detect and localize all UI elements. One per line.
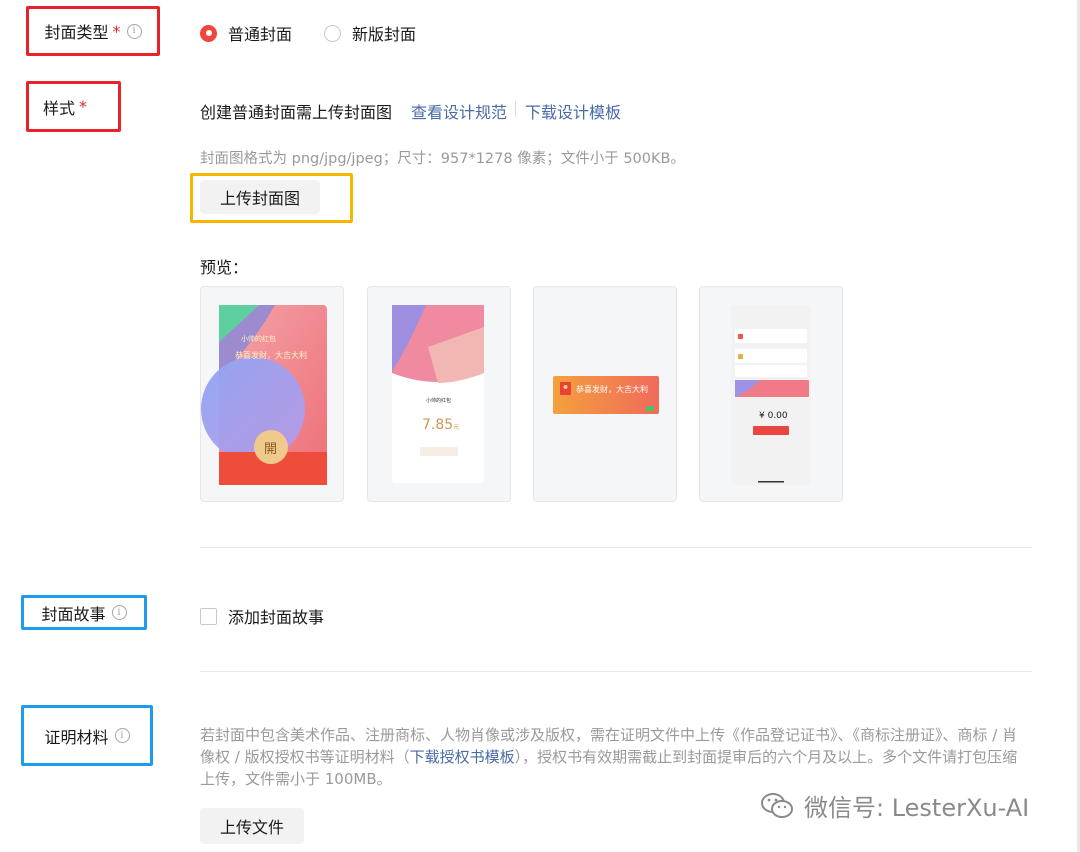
section-divider bbox=[200, 547, 1032, 548]
preview-card-chat: 恭喜发财，大吉大利 bbox=[533, 286, 677, 502]
info-icon[interactable]: i bbox=[111, 605, 127, 620]
download-template-link[interactable]: 下载设计模板 bbox=[525, 99, 621, 123]
cover-story-label: 封面故事 i bbox=[21, 595, 147, 630]
preview-label: 预览： bbox=[200, 258, 249, 277]
radio-normal-cover[interactable]: 普通封面 bbox=[200, 21, 292, 45]
opened-preview-image bbox=[392, 305, 484, 483]
chat-preview-greeting: 恭喜发财，大吉大利 bbox=[576, 385, 648, 394]
style-instruction: 创建普通封面需上传封面图 bbox=[200, 103, 393, 122]
info-icon[interactable]: i bbox=[126, 23, 142, 39]
info-icon[interactable]: i bbox=[114, 728, 130, 743]
radio-unselected-icon[interactable] bbox=[324, 24, 341, 42]
add-cover-story-checkbox[interactable]: 添加封面故事 bbox=[200, 604, 324, 628]
opened-preview-amount-value: 7.85 bbox=[422, 417, 454, 433]
cover-story-label-text: 封面故事 bbox=[41, 604, 106, 624]
wechat-watermark: 微信号: LesterXu-AI bbox=[760, 788, 1029, 823]
radio-new-cover-label: 新版封面 bbox=[352, 25, 417, 44]
send-page-preview-image bbox=[731, 305, 811, 485]
wechat-logo-icon bbox=[761, 792, 793, 818]
required-mark: * bbox=[112, 21, 121, 41]
required-mark: * bbox=[79, 97, 88, 116]
radio-normal-cover-label: 普通封面 bbox=[228, 25, 293, 44]
download-authorization-template-link[interactable]: 下载授权书模板 bbox=[410, 748, 515, 766]
cover-type-label-text: 封面类型 bbox=[44, 23, 109, 42]
proof-material-label-text: 证明材料 bbox=[44, 727, 109, 747]
style-label-text: 样式 bbox=[43, 98, 76, 118]
opened-preview-amount-unit: 元 bbox=[453, 424, 460, 431]
upload-cover-button[interactable]: 上传封面图 bbox=[200, 180, 320, 214]
proof-material-label: 证明材料 i bbox=[21, 705, 153, 766]
link-separator bbox=[515, 101, 516, 117]
view-design-spec-link[interactable]: 查看设计规范 bbox=[411, 99, 507, 123]
cover-preview-open-button: 開 bbox=[264, 442, 278, 457]
cover-preview-image bbox=[201, 305, 327, 485]
preview-card-opened: 小帅的红包 7.85元 bbox=[367, 286, 511, 502]
preview-card-cover: 小帅的红包 恭喜发财，大吉大利 開 bbox=[200, 286, 344, 502]
add-cover-story-label: 添加封面故事 bbox=[228, 608, 325, 627]
radio-selected-icon[interactable] bbox=[200, 24, 217, 42]
preview-card-send-page: ¥ 0.00 bbox=[699, 286, 843, 502]
send-page-preview-amount: ¥ 0.00 bbox=[759, 411, 788, 421]
radio-new-cover[interactable]: 新版封面 bbox=[324, 21, 416, 45]
cover-preview-greeting: 恭喜发财，大吉大利 bbox=[235, 351, 307, 360]
upload-file-button[interactable]: 上传文件 bbox=[200, 808, 304, 844]
watermark-text: 微信号: LesterXu-AI bbox=[804, 794, 1030, 822]
checkbox-icon[interactable] bbox=[200, 607, 217, 625]
proof-description: 若封面中包含美术作品、注册商标、人物肖像或涉及版权，需在证明文件中上传《作品登记… bbox=[200, 724, 1030, 790]
opened-preview-sender: 小帅的红包 bbox=[426, 398, 452, 404]
format-hint: 封面图格式为 png/jpg/jpeg；尺寸：957*1278 像素；文件小于 … bbox=[200, 151, 685, 167]
cover-preview-sender: 小帅的红包 bbox=[241, 335, 276, 343]
section-divider bbox=[200, 671, 1032, 672]
cover-type-label: 封面类型 * i bbox=[26, 6, 160, 56]
opened-preview-amount: 7.85元 bbox=[422, 417, 459, 433]
style-label: 样式 * bbox=[26, 81, 121, 132]
